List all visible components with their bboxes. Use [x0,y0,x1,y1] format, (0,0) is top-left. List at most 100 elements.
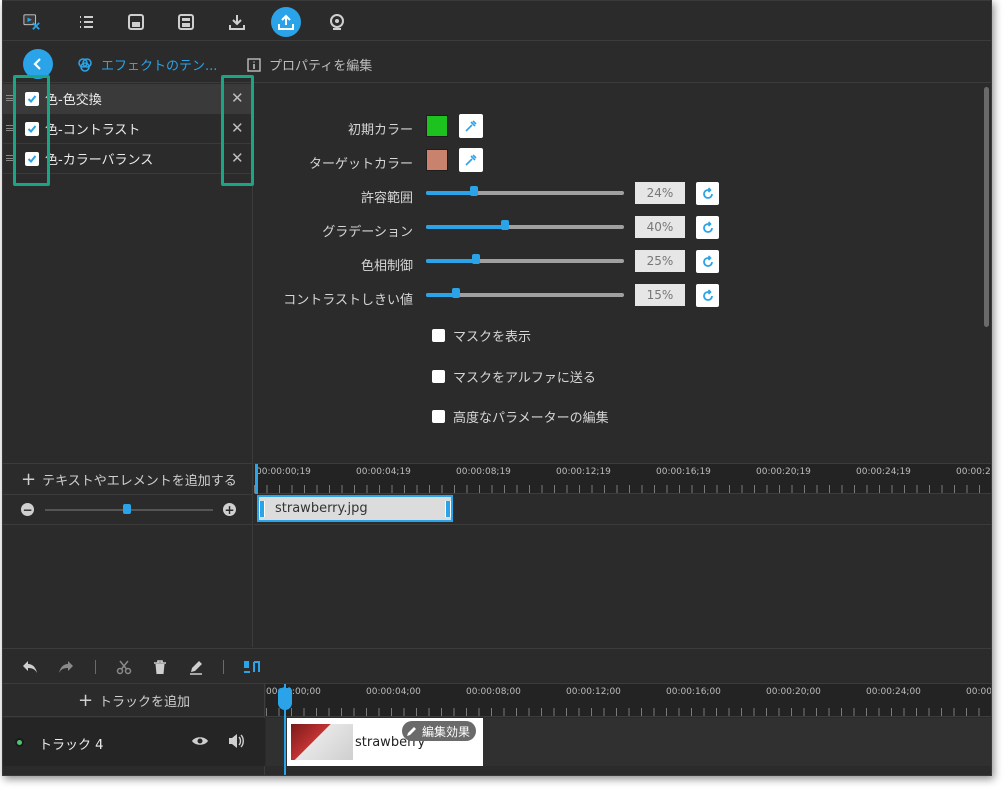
hue-control-slider[interactable] [426,254,624,264]
ruler-label: 00:00:20;19 [756,467,811,477]
ruler-ticks [266,708,991,716]
checkbox-label: マスクをアルファに送る [453,371,596,386]
track-lane: strawberry 編集効果 [266,718,991,766]
drag-handle-icon[interactable] [6,125,13,131]
list-icon[interactable] [71,7,101,37]
zoom-out-icon[interactable]: − [21,503,34,516]
redo-icon[interactable] [57,658,75,676]
time-ruler[interactable]: 00:00:00;00 00:00:04;00 00:00:08;00 00:0… [266,684,991,717]
plus-icon: + [77,689,94,711]
add-track-button[interactable]: + トラックを追加 [3,684,265,717]
pencil-icon [407,727,416,736]
edit-effects-label: 編集効果 [422,724,471,739]
target-color-swatch[interactable] [426,149,448,171]
tab-edit-properties[interactable]: プロパティを編集 [247,55,372,74]
mask-to-alpha-checkbox[interactable]: マスクをアルファに送る [432,367,596,386]
save-as-icon[interactable] [171,7,201,37]
cut-icon[interactable] [115,658,133,676]
slider-label: コントラストしきい値 [283,293,413,308]
tolerance-slider[interactable] [426,186,624,196]
track-header[interactable]: トラック 4 [3,718,265,766]
zoom-slider-knob[interactable] [123,504,131,514]
delete-icon[interactable] [151,658,169,676]
checkbox-label: 高度なパラメーターの編集 [453,411,609,426]
mid-timeline: 00:00:00;19 00:00:04;19 00:00:08;19 00:0… [254,463,991,647]
export-icon[interactable] [271,7,301,37]
initial-color-label: 初期カラー [347,123,413,138]
separator [95,660,96,674]
reset-icon[interactable] [696,182,719,205]
effects-header: エフェクトのテン... プロパティを編集 [3,42,991,87]
checkbox[interactable] [432,410,445,423]
gradation-slider[interactable] [426,220,624,230]
app-window: エフェクトのテン... プロパティを編集 色-色交換 ✕ 色-コントラスト ✕ … [2,0,992,776]
checkbox[interactable] [432,370,445,383]
reset-icon[interactable] [696,216,719,239]
import-icon[interactable] [222,7,252,37]
app-logo-icon[interactable] [17,7,47,37]
checkbox-label: マスクを表示 [453,330,532,345]
target-color-label: ターゲットカラー [308,157,413,172]
drag-handle-icon[interactable] [6,95,13,101]
contrast-threshold-value[interactable]: 15% [635,284,685,306]
main-timeline: 00:00:00;00 00:00:04;00 00:00:08;00 00:0… [266,684,991,775]
divider [254,524,991,525]
info-icon [247,57,261,72]
eye-icon[interactable] [191,734,209,752]
mid-timeline-controls: + テキストやエレメントを追加する − + [3,463,253,647]
edit-effects-badge[interactable]: 編集効果 [402,721,477,741]
record-icon[interactable] [322,7,352,37]
edit-pencil-icon[interactable] [187,658,205,676]
add-track-label: トラックを追加 [99,694,191,710]
eyedropper-icon[interactable] [459,148,483,172]
gradation-value[interactable]: 40% [635,216,685,238]
zoom-control: − + [3,495,253,525]
image-clip[interactable]: strawberry.jpg [257,495,453,522]
clip-trim-handle-left[interactable] [259,501,265,517]
plus-icon: + [21,468,37,490]
chevron-left-icon [33,58,41,70]
reset-icon[interactable] [696,250,719,273]
properties-panel: 初期カラー ターゲットカラー 許容範囲 24% グラデーション 40% 色相制御… [254,83,991,463]
ruler-label: 00:00:08;19 [456,467,511,477]
hue-control-value[interactable]: 25% [635,250,685,272]
effect-name: 色-色交換 [45,93,102,108]
split-icon[interactable] [243,658,261,676]
ruler-label: 00:00:24;00 [866,687,921,697]
effects-icon [78,57,92,72]
reset-icon[interactable] [696,284,719,307]
tab-effect-template-label: エフェクトのテン... [101,59,218,74]
eyedropper-icon[interactable] [459,114,483,138]
ruler-ticks [254,485,991,493]
slider-label: 色相制御 [360,259,413,274]
time-ruler[interactable]: 00:00:00;19 00:00:04;19 00:00:08;19 00:0… [254,464,991,494]
zoom-in-icon[interactable]: + [223,503,236,516]
tab-effect-template[interactable]: エフェクトのテン... [77,55,218,87]
advanced-params-checkbox[interactable]: 高度なパラメーターの編集 [432,407,609,426]
volume-icon[interactable] [227,733,245,753]
playhead[interactable] [255,464,258,494]
checkbox[interactable] [432,329,445,342]
ruler-label: 00:00:00;19 [256,467,311,477]
save-icon[interactable] [121,7,151,37]
clip-name: strawberry.jpg [275,501,368,516]
slider-label: グラデーション [322,225,413,240]
ruler-label: 00:00:04;00 [366,687,421,697]
timeline-clip[interactable]: strawberry 編集効果 [287,718,483,766]
clip-trim-handle-right[interactable] [445,501,451,517]
track-controls: + トラックを追加 トラック 4 [3,684,265,775]
ruler-label: 00:00:12;19 [556,467,611,477]
properties-scrollbar[interactable] [984,87,989,327]
playhead-handle[interactable] [278,688,292,710]
tolerance-value[interactable]: 24% [635,182,685,204]
drag-handle-icon[interactable] [6,155,13,161]
track-name: トラック 4 [39,738,104,753]
show-mask-checkbox[interactable]: マスクを表示 [432,326,531,345]
undo-icon[interactable] [21,658,39,676]
initial-color-swatch[interactable] [426,115,448,137]
highlight-box-checkboxes [13,75,50,186]
add-text-element-button[interactable]: + テキストやエレメントを追加する [3,464,253,495]
ruler-label: 00:00:12;00 [566,687,621,697]
contrast-threshold-slider[interactable] [426,288,624,298]
separator [223,660,224,674]
